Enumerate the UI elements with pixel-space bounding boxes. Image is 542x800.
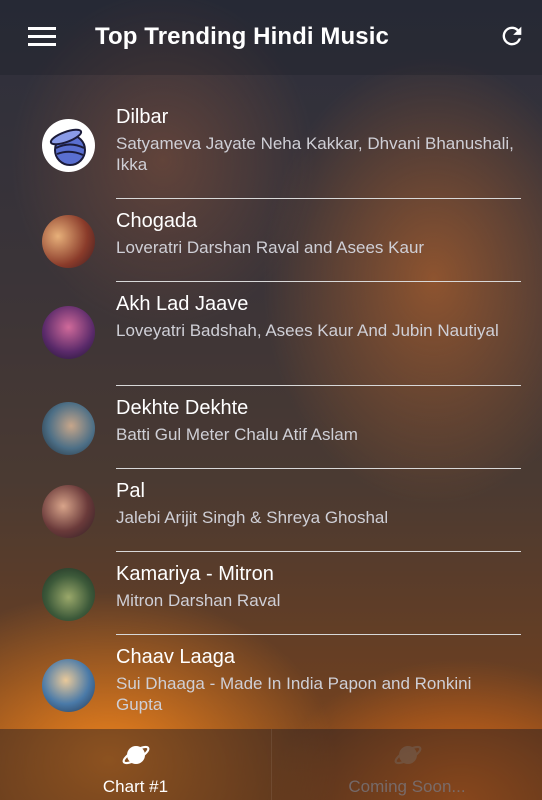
- list-item[interactable]: Pal Jalebi Arijit Singh & Shreya Ghoshal: [0, 469, 542, 552]
- list-item[interactable]: Kamariya - Mitron Mitron Darshan Raval: [0, 552, 542, 635]
- refresh-icon[interactable]: [498, 22, 526, 50]
- song-list: Dilbar Satyameva Jayate Neha Kakkar, Dhv…: [0, 95, 542, 739]
- song-thumbnail: [42, 119, 95, 172]
- page-title: Top Trending Hindi Music: [95, 23, 389, 50]
- app-bar: Top Trending Hindi Music: [0, 0, 542, 75]
- song-thumbnail: [42, 402, 95, 455]
- song-subtitle: Mitron Darshan Raval: [116, 591, 281, 610]
- tab-coming-soon[interactable]: Coming Soon...: [270, 729, 542, 800]
- song-title: Dilbar: [116, 106, 169, 128]
- song-thumbnail: [42, 568, 95, 621]
- tab-chart-1[interactable]: Chart #1: [0, 729, 271, 800]
- list-item[interactable]: Chogada Loveratri Darshan Raval and Asee…: [0, 199, 542, 282]
- song-thumbnail: [42, 215, 95, 268]
- song-thumbnail: [42, 659, 95, 712]
- song-title: Chogada: [116, 210, 198, 232]
- song-subtitle: Batti Gul Meter Chalu Atif Aslam: [116, 425, 358, 444]
- song-subtitle: Satyameva Jayate Neha Kakkar, Dhvani Bha…: [116, 134, 514, 174]
- song-subtitle: Loveratri Darshan Raval and Asees Kaur: [116, 238, 425, 257]
- song-thumbnail: [42, 306, 95, 359]
- tab-label: Chart #1: [102, 777, 169, 796]
- bottom-navigation: Chart #1 Coming Soon...: [0, 729, 542, 800]
- song-title: Kamariya - Mitron: [116, 563, 274, 585]
- song-subtitle: Loveyatri Badshah, Asees Kaur And Jubin …: [116, 321, 499, 340]
- song-title: Akh Lad Jaave: [116, 293, 249, 315]
- list-item[interactable]: Akh Lad Jaave Loveyatri Badshah, Asees K…: [0, 282, 542, 386]
- planet-icon: [394, 745, 421, 765]
- list-item[interactable]: Dilbar Satyameva Jayate Neha Kakkar, Dhv…: [0, 95, 542, 199]
- song-title: Chaav Laaga: [116, 646, 235, 668]
- song-title: Pal: [116, 480, 145, 502]
- tab-label: Coming Soon...: [348, 777, 466, 796]
- list-item[interactable]: Dekhte Dekhte Batti Gul Meter Chalu Atif…: [0, 386, 542, 469]
- song-title: Dekhte Dekhte: [116, 397, 249, 419]
- list-item[interactable]: Chaav Laaga Sui Dhaaga - Made In India P…: [0, 635, 542, 739]
- song-thumbnail: [42, 485, 95, 538]
- song-subtitle: Jalebi Arijit Singh & Shreya Ghoshal: [116, 508, 389, 527]
- song-subtitle: Sui Dhaaga - Made In India Papon and Ron…: [116, 674, 472, 714]
- menu-icon[interactable]: [28, 27, 56, 47]
- planet-icon: [122, 745, 150, 765]
